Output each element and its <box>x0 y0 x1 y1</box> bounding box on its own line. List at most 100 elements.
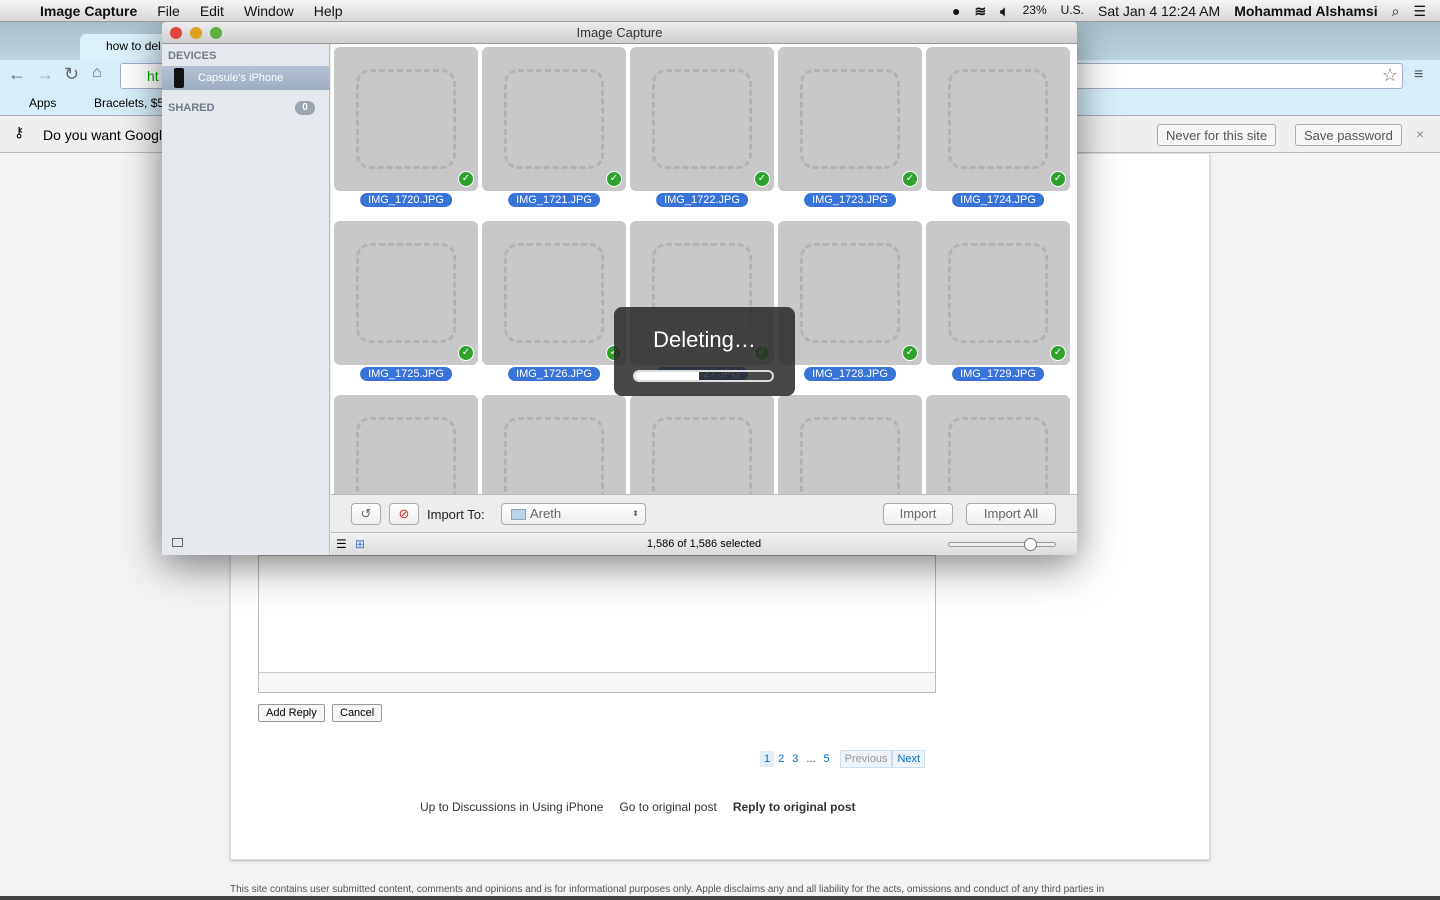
close-infobar-icon[interactable]: × <box>1416 126 1424 142</box>
cancel-button[interactable]: Cancel <box>332 704 383 722</box>
tab-title: how to del <box>106 39 161 53</box>
close-window-button[interactable] <box>170 27 182 39</box>
image-thumbnail[interactable] <box>630 395 774 494</box>
save-password-button[interactable]: Save password <box>1295 124 1402 146</box>
image-placeholder-icon <box>356 417 456 494</box>
image-filename: IMG_1720.JPG <box>360 193 452 207</box>
image-thumbnail[interactable]: ✓ <box>778 221 922 365</box>
image-thumbnail[interactable]: ✓ <box>334 221 478 365</box>
page-3[interactable]: 3 <box>788 751 802 767</box>
image-thumbnail[interactable]: ✓ <box>926 47 1070 191</box>
battery-text[interactable]: 23% <box>1023 3 1047 20</box>
image-thumbnail[interactable]: ✓ <box>334 47 478 191</box>
go-to-original-link[interactable]: Go to original post <box>619 800 716 814</box>
hud-text: Deleting… <box>653 327 756 352</box>
bookmark-apps[interactable]: Apps <box>29 96 56 110</box>
image-thumbnail[interactable]: ✓ <box>926 221 1070 365</box>
notifications-icon[interactable]: ☰ <box>1413 3 1426 20</box>
reply-to-original-link[interactable]: Reply to original post <box>733 800 856 814</box>
folder-icon <box>511 509 526 520</box>
image-filename: IMG_1723.JPG <box>804 193 896 207</box>
reload-icon[interactable]: ↻ <box>64 64 79 85</box>
volume-icon[interactable]: 🔈︎ <box>1000 3 1008 20</box>
image-filename: IMG_1725.JPG <box>360 367 452 381</box>
import-bar: ↺ ⊘ Import To: Areth ⬍ Import Import All <box>331 494 1077 532</box>
chrome-menu-icon[interactable]: ≡ <box>1414 66 1423 84</box>
selection-status: 1,586 of 1,586 selected <box>646 538 762 550</box>
wifi-icon[interactable]: ≋ <box>974 3 986 20</box>
image-thumbnail[interactable]: ✓ <box>778 47 922 191</box>
menu-edit[interactable]: Edit <box>200 3 224 19</box>
iphone-icon <box>174 68 184 88</box>
star-icon[interactable]: ☆ <box>1382 65 1398 86</box>
clock[interactable]: Sat Jan 4 12:24 AM <box>1098 3 1220 20</box>
device-name: Capsule's iPhone <box>198 72 284 84</box>
previous-button[interactable]: Previous <box>839 750 893 768</box>
reply-textarea[interactable] <box>258 555 936 693</box>
never-button[interactable]: Never for this site <box>1157 124 1277 146</box>
device-item[interactable]: Capsule's iPhone <box>162 66 330 90</box>
up-to-discussions-link[interactable]: Up to Discussions in Using iPhone <box>420 800 603 814</box>
image-capture-window: Image Capture DEVICES Capsule's iPhone S… <box>162 22 1077 555</box>
minimize-button[interactable] <box>190 27 202 39</box>
slider-knob[interactable] <box>1023 538 1037 551</box>
image-thumbnail[interactable] <box>334 395 478 494</box>
image-thumbnail[interactable]: ✓ <box>482 221 626 365</box>
sidebar-toggle-icon[interactable] <box>172 538 183 547</box>
image-filename: IMG_1721.JPG <box>508 193 600 207</box>
image-filename: IMG_1729.JPG <box>952 367 1044 381</box>
key-icon: ⚷ <box>14 124 25 140</box>
image-thumbnail[interactable] <box>926 395 1070 494</box>
menu-app-name[interactable]: Image Capture <box>40 3 137 19</box>
status-icon[interactable]: ● <box>952 3 960 20</box>
page-5[interactable]: 5 <box>820 751 834 767</box>
spotlight-icon[interactable]: ⌕ <box>1392 3 1400 20</box>
menu-help[interactable]: Help <box>314 3 343 19</box>
image-placeholder-icon <box>948 417 1048 494</box>
progress-fill <box>635 372 700 380</box>
image-thumbnail[interactable] <box>482 395 626 494</box>
forward-icon[interactable]: → <box>36 64 54 85</box>
status-bar: ☰ ⊞ 1,586 of 1,586 selected <box>331 532 1077 555</box>
user-name[interactable]: Mohammad Alshamsi <box>1234 3 1377 20</box>
import-to-select[interactable]: Areth ⬍ <box>501 503 646 525</box>
image-placeholder-icon <box>800 243 900 343</box>
image-thumbnail[interactable]: ✓ <box>482 47 626 191</box>
image-placeholder-icon <box>356 69 456 169</box>
next-button[interactable]: Next <box>892 750 926 768</box>
home-icon[interactable]: ⌂ <box>92 64 102 82</box>
back-icon[interactable]: ← <box>8 64 26 85</box>
import-all-button[interactable]: Import All <box>966 503 1056 525</box>
title-bar[interactable]: Image Capture <box>162 22 1077 44</box>
zoom-button[interactable] <box>210 27 222 39</box>
footer-links: Up to Discussions in Using iPhone Go to … <box>420 800 855 814</box>
image-placeholder-icon <box>800 417 900 494</box>
image-placeholder-icon <box>800 69 900 169</box>
import-to-value: Areth <box>530 506 562 521</box>
rotate-icon[interactable]: ↺ <box>351 503 381 525</box>
checkmark-icon: ✓ <box>606 171 622 187</box>
input-source[interactable]: U.S. <box>1061 3 1084 20</box>
list-view-icon[interactable]: ☰ <box>336 533 347 555</box>
page-2[interactable]: 2 <box>774 751 788 767</box>
devices-header: DEVICES <box>168 50 217 62</box>
thumbnail-size-slider[interactable] <box>948 538 1056 551</box>
bookmark-bracelets[interactable]: Bracelets, $5 <box>94 96 164 110</box>
image-placeholder-icon <box>504 243 604 343</box>
grid-view-icon[interactable]: ⊞ <box>355 533 365 555</box>
image-grid: ✓ IMG_1720.JPG ✓ IMG_1721.JPG ✓ IMG_1722.JPG ✓… <box>331 44 1077 494</box>
delete-progress-bar <box>633 370 774 382</box>
disclaimer: This site contains user submitted conten… <box>230 884 1105 895</box>
add-reply-button[interactable]: Add Reply <box>258 704 325 722</box>
page-1[interactable]: 1 <box>760 751 775 767</box>
menu-bar: Image Capture File Edit Window Help ● ≋ … <box>0 0 1440 22</box>
delete-icon[interactable]: ⊘ <box>389 503 419 525</box>
image-thumbnail[interactable]: ✓ <box>630 47 774 191</box>
menu-file[interactable]: File <box>157 3 180 19</box>
image-thumbnail[interactable] <box>778 395 922 494</box>
import-button[interactable]: Import <box>883 503 953 525</box>
menu-window[interactable]: Window <box>244 3 294 19</box>
shared-header: SHARED <box>168 102 215 114</box>
page-ellipsis: ... <box>806 753 816 765</box>
window-title: Image Capture <box>576 25 663 40</box>
